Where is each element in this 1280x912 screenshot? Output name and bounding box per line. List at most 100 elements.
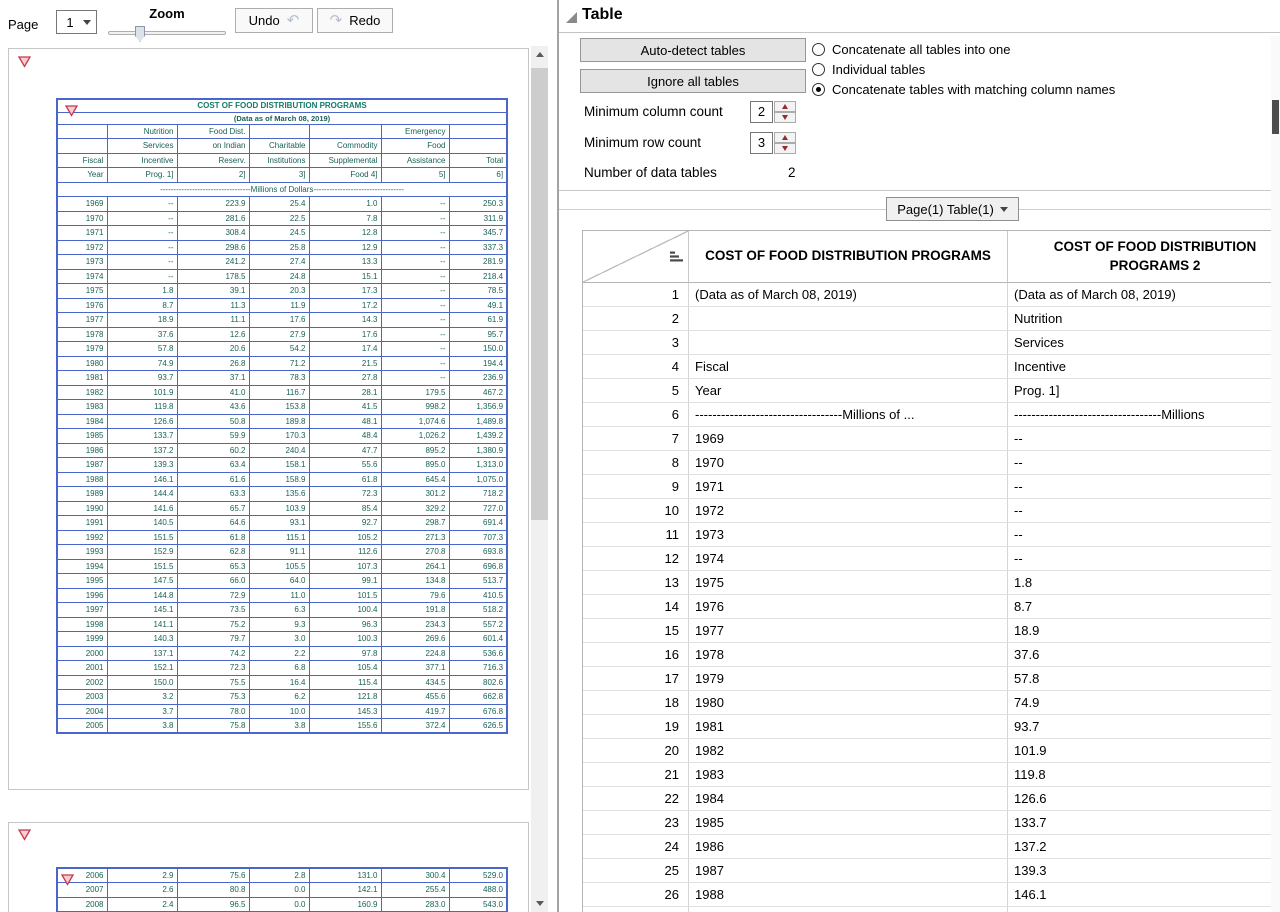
pdf-cell: 727.0 — [449, 501, 507, 516]
auto-detect-tables-button[interactable]: Auto-detect tables — [580, 38, 806, 62]
pdf-data-row: 2002150.075.516.4115.4434.5802.6 — [57, 675, 507, 690]
table-row[interactable]: 231985133.7 — [583, 811, 1280, 835]
pdf-cell: 601.4 — [449, 632, 507, 647]
pdf-cell: 16.4 — [249, 675, 309, 690]
pdf-cell: 802.6 — [449, 675, 507, 690]
redo-arrow-icon: ↷ — [330, 13, 343, 28]
pdf-cell: 6.2 — [249, 690, 309, 705]
table-row[interactable]: 241986137.2 — [583, 835, 1280, 859]
pdf-data-row: 1985133.759.9170.348.41,026.21,439.2 — [57, 429, 507, 444]
radio-option[interactable]: Concatenate tables with matching column … — [812, 81, 1115, 97]
table-row[interactable]: 1(Data as of March 08, 2019)(Data as of … — [583, 283, 1280, 307]
table-row[interactable]: 201982101.9 — [583, 739, 1280, 763]
table-row[interactable]: 81970-- — [583, 451, 1280, 475]
pdf-cell: -- — [381, 371, 449, 386]
pdf-cell: 63.4 — [177, 458, 249, 473]
cell-column-2: -- — [1008, 523, 1280, 547]
minimum-column-count-input[interactable]: 2 — [750, 101, 773, 123]
pdf-cell: Total — [449, 153, 507, 168]
stepper-up-icon[interactable] — [774, 101, 796, 112]
pdf-cell: 50.8 — [177, 414, 249, 429]
pdf-cell: Charitable — [249, 139, 309, 154]
options-scrollbar[interactable] — [1271, 36, 1280, 912]
table-row[interactable]: 2Nutrition — [583, 307, 1280, 331]
pdf-cell: 283.0 — [381, 897, 449, 912]
radio-option[interactable]: Individual tables — [812, 61, 925, 77]
table-row[interactable]: 18198074.9 — [583, 691, 1280, 715]
stepper-down-icon[interactable] — [774, 112, 796, 123]
table-row[interactable]: 221984126.6 — [583, 787, 1280, 811]
radio-unselected-icon[interactable] — [812, 43, 825, 56]
page-select[interactable]: 1 — [56, 10, 97, 34]
pdf-cell: 170.3 — [249, 429, 309, 444]
table-row[interactable]: 71969-- — [583, 427, 1280, 451]
pdf-cell: 311.9 — [449, 211, 507, 226]
pdf-cell: -- — [107, 197, 177, 212]
table-row[interactable]: 15197718.9 — [583, 619, 1280, 643]
zoom-slider[interactable] — [108, 31, 226, 35]
undo-button-label: Undo — [249, 13, 280, 28]
pdf-cell: 59.9 — [177, 429, 249, 444]
undo-button[interactable]: Undo ↶ — [235, 8, 313, 33]
radio-selected-icon[interactable] — [812, 83, 825, 96]
redo-button[interactable]: ↷ Redo — [317, 8, 393, 33]
preview-scrollbar-thumb[interactable] — [531, 68, 548, 520]
scroll-up-icon[interactable] — [531, 46, 548, 63]
outline-disclosure-icon[interactable] — [566, 12, 577, 23]
pdf-cell: 1991 — [57, 516, 107, 531]
pdf-data-row: 1997145.173.56.3100.4191.8518.2 — [57, 603, 507, 618]
stepper-down-icon[interactable] — [774, 143, 796, 154]
minimum-row-count-input[interactable]: 3 — [750, 132, 773, 154]
table-row[interactable]: 5YearProg. 1] — [583, 379, 1280, 403]
cell-column-2: 126.6 — [1008, 787, 1280, 811]
table-row[interactable]: 16197837.6 — [583, 643, 1280, 667]
scroll-down-icon[interactable] — [531, 895, 548, 912]
pdf-cell: 152.1 — [107, 661, 177, 676]
pdf-table-2[interactable]: 20062.975.62.8131.0300.4529.020072.680.8… — [56, 867, 508, 912]
page-red-triangle-icon[interactable] — [18, 55, 31, 67]
preview-scrollbar[interactable] — [531, 46, 548, 912]
table-row[interactable]: 211983119.8 — [583, 763, 1280, 787]
pdf-cell: 1982 — [57, 385, 107, 400]
table-row[interactable]: 101972-- — [583, 499, 1280, 523]
table-red-triangle-icon[interactable] — [61, 873, 74, 885]
table-red-triangle-icon[interactable] — [65, 104, 78, 116]
zoom-slider-thumb[interactable] — [135, 26, 145, 42]
table-row[interactable]: 111973-- — [583, 523, 1280, 547]
table-row[interactable]: 19198193.7 — [583, 715, 1280, 739]
pdf-cell: 1996 — [57, 588, 107, 603]
pdf-cell: 11.9 — [249, 298, 309, 313]
table-row[interactable]: 4FiscalIncentive — [583, 355, 1280, 379]
options-scrollbar-thumb[interactable] — [1272, 100, 1279, 134]
cell-column-1: 1972 — [689, 499, 1008, 523]
page-table-dropdown[interactable]: Page(1) Table(1) — [886, 197, 1019, 221]
page-red-triangle-icon[interactable] — [18, 828, 31, 840]
table-row[interactable]: 251987139.3 — [583, 859, 1280, 883]
pdf-cell — [449, 124, 507, 139]
table-row[interactable]: 271989144.4 — [583, 907, 1280, 912]
table-row[interactable]: 1419768.7 — [583, 595, 1280, 619]
cell-column-2: -- — [1008, 451, 1280, 475]
table-row[interactable]: 6----------------------------------Milli… — [583, 403, 1280, 427]
pdf-cell: 3.8 — [107, 719, 177, 734]
grid-corner-cell[interactable] — [583, 231, 689, 283]
table-row[interactable]: 3Services — [583, 331, 1280, 355]
table-row[interactable]: 261988146.1 — [583, 883, 1280, 907]
pdf-cell: 2003 — [57, 690, 107, 705]
table-row[interactable]: 1319751.8 — [583, 571, 1280, 595]
ignore-all-tables-button[interactable]: Ignore all tables — [580, 69, 806, 93]
table-row[interactable]: 91971-- — [583, 475, 1280, 499]
pdf-cell: 17.2 — [309, 298, 381, 313]
cell-column-2: 119.8 — [1008, 763, 1280, 787]
table-row[interactable]: 17197957.8 — [583, 667, 1280, 691]
column-header-1[interactable]: COST OF FOOD DISTRIBUTION PROGRAMS — [689, 231, 1008, 283]
stepper-up-icon[interactable] — [774, 132, 796, 143]
pdf-table-1[interactable]: COST OF FOOD DISTRIBUTION PROGRAMS (Data… — [56, 98, 508, 734]
column-header-2[interactable]: COST OF FOOD DISTRIBUTION PROGRAMS 2 — [1008, 231, 1280, 283]
pdf-cell — [57, 139, 107, 154]
pdf-cell: Nutrition — [107, 124, 177, 139]
table-row[interactable]: 121974-- — [583, 547, 1280, 571]
radio-unselected-icon[interactable] — [812, 63, 825, 76]
pdf-cell: 116.7 — [249, 385, 309, 400]
radio-option[interactable]: Concatenate all tables into one — [812, 41, 1011, 57]
